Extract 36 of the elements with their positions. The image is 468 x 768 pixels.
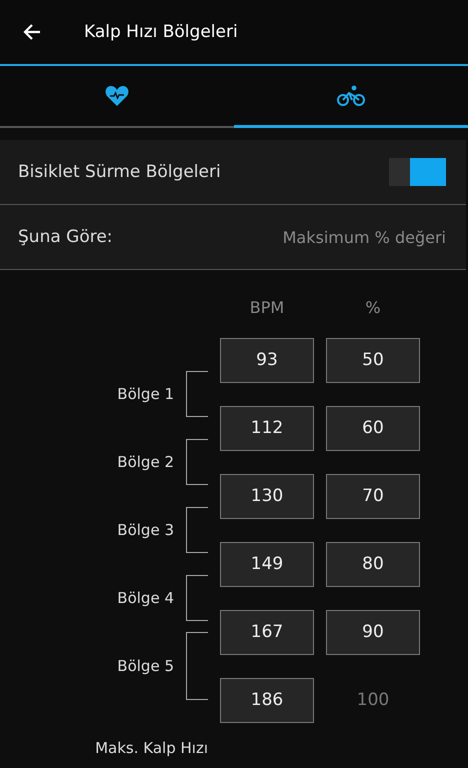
bpm-field[interactable]: 130 — [220, 474, 314, 518]
percent-field[interactable]: 60 — [326, 406, 420, 450]
settings-row[interactable]: Şuna Göre: Maksimum % değeri — [0, 205, 466, 270]
bpm-field[interactable]: 186 — [220, 678, 314, 722]
back-arrow-icon — [22, 22, 42, 42]
bpm-field[interactable]: 167 — [220, 610, 314, 654]
zone-label: Bölge 3 — [117, 521, 174, 539]
zone-label: Bölge 2 — [117, 453, 174, 471]
column-header: BPM — [248, 298, 286, 316]
bicycle-icon — [337, 84, 365, 106]
percent-field[interactable]: 70 — [326, 474, 420, 518]
bpm-field[interactable]: 93 — [220, 338, 314, 382]
zone-label: Bölge 4 — [117, 589, 174, 607]
percent-field[interactable]: 50 — [326, 338, 420, 382]
bpm-field[interactable]: 149 — [220, 542, 314, 586]
zone-label: Bölge 1 — [117, 385, 174, 403]
heart-rate-icon — [105, 86, 129, 106]
zone-bracket — [186, 439, 208, 485]
zone-bracket — [186, 371, 208, 417]
zone-label: Bölge 5 — [117, 657, 174, 675]
column-header: % — [364, 298, 382, 316]
bpm-field[interactable]: 112 — [220, 406, 314, 450]
zone-bracket — [186, 575, 208, 621]
percent-value: 100 — [356, 690, 390, 710]
settings-row[interactable]: Bisiklet Sürme Bölgeleri — [0, 140, 466, 205]
setting-value: Maksimum % değeri — [282, 228, 446, 246]
setting-label: Şuna Göre: — [18, 227, 113, 247]
zone-bracket — [186, 632, 208, 700]
back-button[interactable] — [22, 22, 42, 42]
screen-title: Kalp Hızı Bölgeleri — [84, 22, 238, 42]
setting-label: Bisiklet Sürme Bölgeleri — [18, 162, 221, 182]
percent-field[interactable]: 80 — [326, 542, 420, 586]
percent-field[interactable]: 90 — [326, 610, 420, 654]
zone-bracket — [186, 507, 208, 553]
max-heart-rate-label: Maks. Kalp Hızı — [95, 739, 208, 757]
toggle-switch[interactable] — [389, 158, 446, 186]
